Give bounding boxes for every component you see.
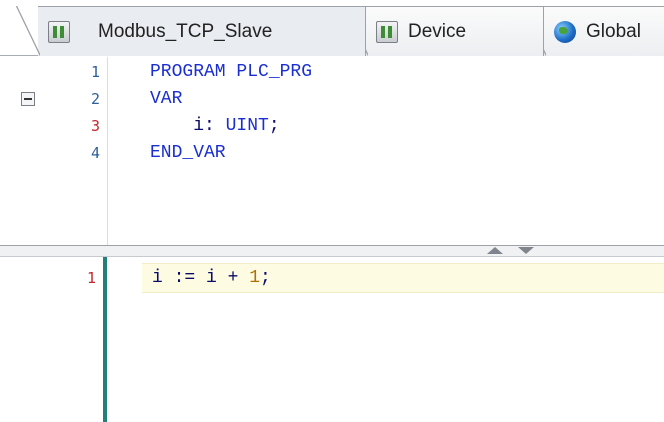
code-line[interactable]: 2 VAR [0,86,664,113]
line-number: 4 [90,144,100,162]
editor-splitter[interactable] [0,245,664,257]
globe-icon [554,20,576,43]
code-text: PROGRAM PLC_PRG [150,62,313,82]
collapse-down-icon[interactable] [518,247,534,254]
line-number: 2 [90,90,100,108]
tab-device[interactable]: Device [344,6,544,56]
line-number: 1 [86,269,96,287]
line-number: 3 [90,117,100,135]
tab-label: Global [586,20,641,42]
tab-global[interactable]: Global [522,6,664,56]
tab-label: Device [408,20,467,42]
program-object-icon [48,20,70,43]
code-text[interactable]: i := i + 1; [152,265,271,292]
editor-tab-strip: Device Global Modbus_TCP_Slave [0,0,664,56]
code-line[interactable]: 3 i: UINT; [0,113,664,140]
collapse-up-icon[interactable] [487,247,503,254]
declaration-editor[interactable]: 1 PROGRAM PLC_PRG 2 VAR 3 i: UINT; 4 END… [0,57,664,245]
device-object-icon [376,20,398,43]
tab-modbus-tcp-slave[interactable]: Modbus_TCP_Slave [16,6,366,56]
tab-label: Modbus_TCP_Slave [98,20,273,42]
code-text: VAR [150,89,183,109]
collapse-icon[interactable] [21,92,35,106]
line-number: 1 [90,63,100,81]
code-line[interactable]: 1 PROGRAM PLC_PRG [0,59,664,86]
code-text: END_VAR [150,143,226,163]
code-line[interactable]: 4 END_VAR [0,140,664,167]
implementation-margin-bar [103,257,107,422]
code-text: i: UINT; [193,116,280,136]
implementation-editor[interactable]: 1 i := i + 1; [0,257,664,422]
